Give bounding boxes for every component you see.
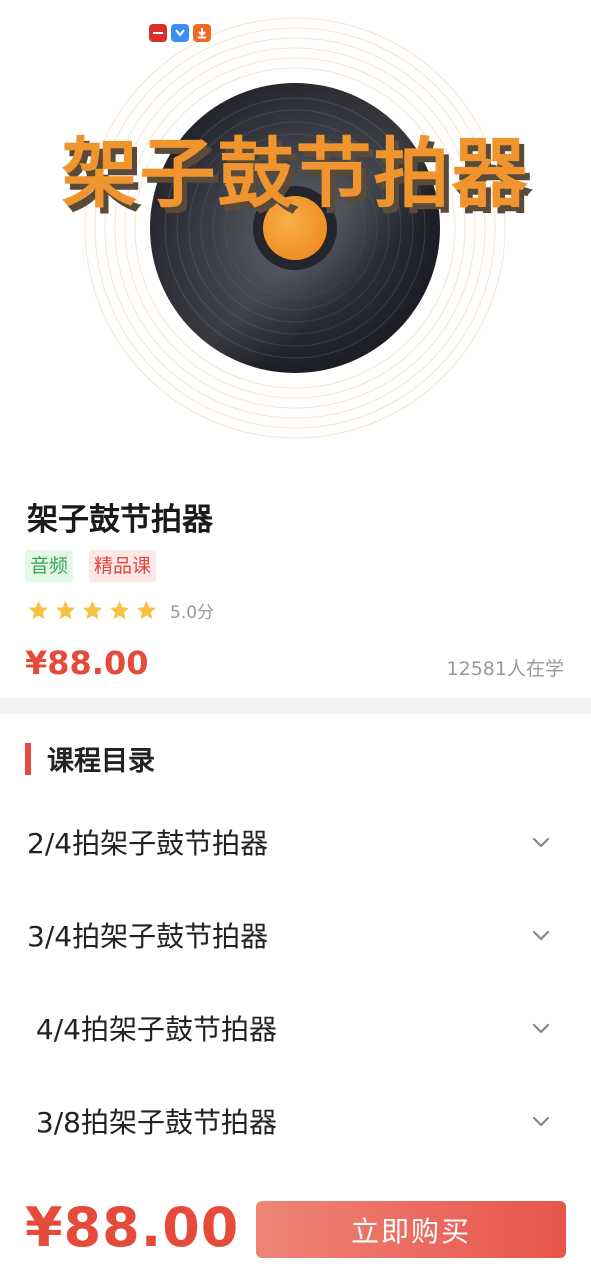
rating-score: 5.0分 (170, 603, 215, 623)
course-title: 架子鼓节拍器 (27, 502, 213, 538)
lesson-title: 2/4拍架子鼓节拍器 (27, 826, 269, 860)
course-tags: 音频 精品课 (25, 550, 157, 582)
course-info: 架子鼓节拍器 音频 精品课 5.0分 ¥88.00 12581人在学 (0, 470, 591, 698)
catalog-header: 课程目录 (25, 739, 155, 778)
star-icon (82, 600, 103, 620)
lesson-item[interactable]: 3/4拍架子鼓节拍器 (0, 888, 591, 981)
red-app-icon (149, 24, 167, 42)
download-icon (193, 24, 211, 42)
learner-count: 12581人在学 (446, 658, 564, 680)
section-accent-bar (25, 742, 31, 775)
star-icon (109, 600, 130, 620)
course-price: ¥88.00 (25, 644, 149, 682)
cover-title: 架子鼓节拍器 (61, 129, 530, 218)
buy-now-button[interactable]: 立即购买 (256, 1201, 566, 1258)
chevron-down-icon[interactable] (529, 923, 553, 947)
purchase-bar: ¥88.00 立即购买 (0, 1182, 591, 1280)
blue-app-icon (171, 24, 189, 42)
lesson-title: 3/4拍架子鼓节拍器 (27, 919, 269, 953)
course-cover: 架子鼓节拍器 (0, 0, 591, 470)
star-icon (55, 600, 76, 620)
tag-audio: 音频 (25, 550, 74, 582)
star-icon (136, 600, 157, 620)
chevron-down-icon[interactable] (529, 1016, 553, 1040)
lesson-item[interactable]: 4/4拍架子鼓节拍器 (0, 981, 591, 1074)
bottom-price: ¥88.00 (25, 1196, 240, 1259)
status-icons (149, 24, 211, 42)
section-divider (0, 698, 591, 714)
vinyl-record-illustration (84, 17, 506, 439)
lesson-title: 3/8拍架子鼓节拍器 (27, 1105, 277, 1139)
chevron-down-icon[interactable] (529, 830, 553, 854)
star-icon (28, 600, 49, 620)
lesson-item[interactable]: 3/8拍架子鼓节拍器 (0, 1074, 591, 1167)
tag-premium: 精品课 (89, 550, 157, 582)
lesson-title: 4/4拍架子鼓节拍器 (27, 1012, 277, 1046)
chevron-down-icon[interactable] (529, 1109, 553, 1133)
lesson-item[interactable]: 2/4拍架子鼓节拍器 (0, 795, 591, 888)
catalog-title: 课程目录 (47, 746, 155, 777)
rating: 5.0分 (27, 598, 214, 623)
